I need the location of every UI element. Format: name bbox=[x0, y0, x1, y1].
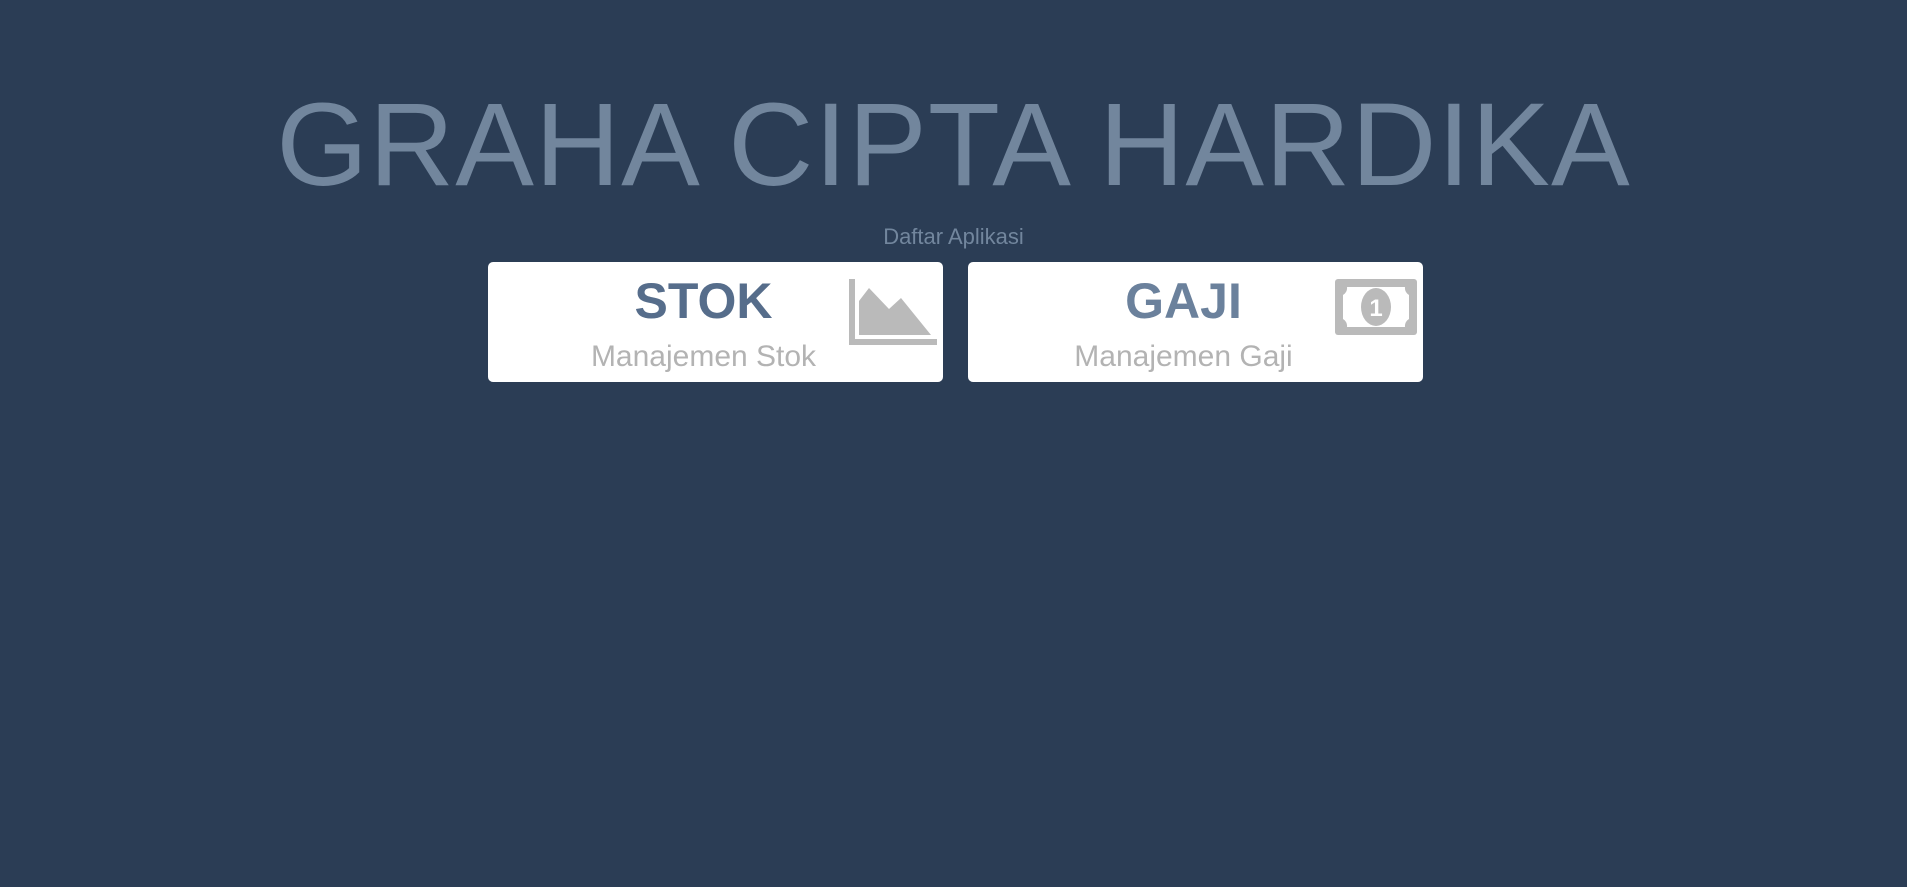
area-chart-icon bbox=[849, 279, 937, 350]
money-bill-icon: 1 bbox=[1335, 279, 1417, 340]
svg-text:1: 1 bbox=[1369, 295, 1382, 322]
app-card-stok[interactable]: STOK Manajemen Stok bbox=[488, 262, 943, 382]
app-list-label: Daftar Aplikasi bbox=[883, 224, 1024, 249]
app-card-description: Manajemen Gaji bbox=[1074, 340, 1293, 373]
page-title: GRAHA CIPTA HARDIKA bbox=[276, 79, 1631, 211]
app-card-gaji[interactable]: GAJI Manajemen Gaji 1 bbox=[968, 262, 1423, 382]
